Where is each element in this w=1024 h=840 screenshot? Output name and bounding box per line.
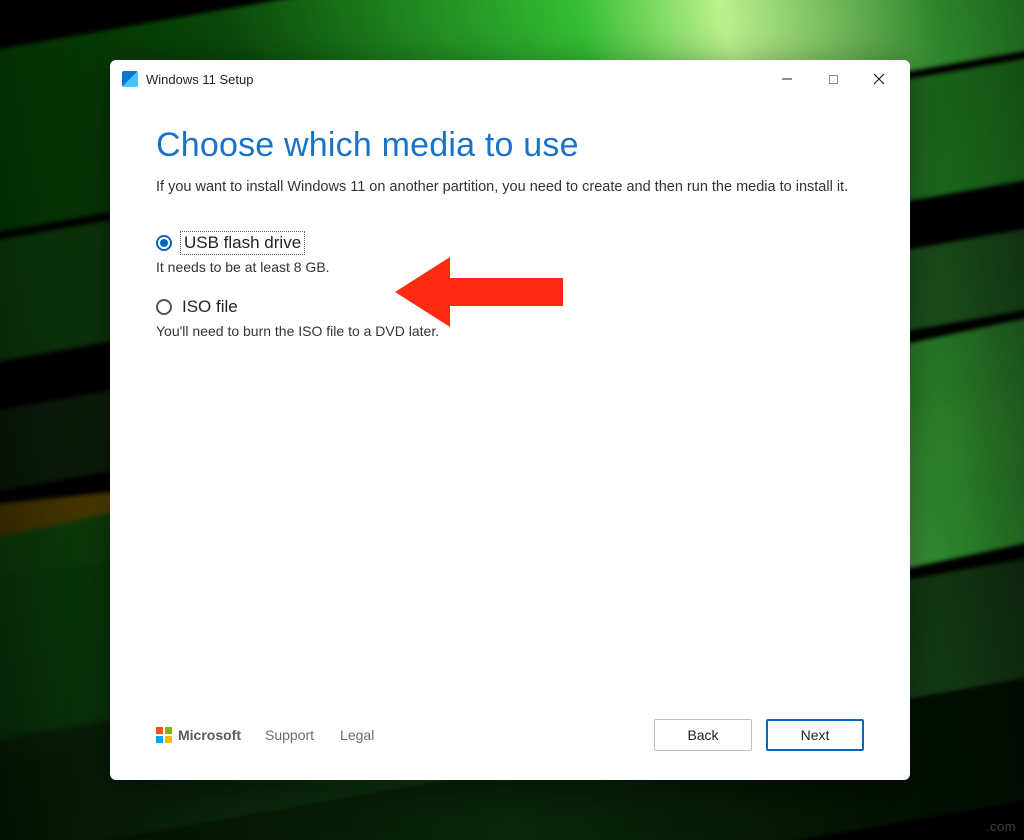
page-subtext: If you want to install Windows 11 on ano… <box>156 177 864 197</box>
setup-window: Windows 11 Setup Choose which media to u… <box>110 60 910 780</box>
page-heading: Choose which media to use <box>156 126 864 165</box>
option-usb[interactable]: USB flash drive It needs to be at least … <box>156 233 864 275</box>
maximize-button[interactable] <box>810 64 856 94</box>
next-button[interactable]: Next <box>766 719 864 751</box>
window-controls <box>764 64 902 94</box>
option-usb-label: USB flash drive <box>182 233 303 253</box>
option-iso-label: ISO file <box>182 297 238 317</box>
minimize-button[interactable] <box>764 64 810 94</box>
content-area: Choose which media to use If you want to… <box>110 98 910 700</box>
option-iso-desc: You'll need to burn the ISO file to a DV… <box>156 323 864 339</box>
minimize-icon <box>781 73 793 85</box>
support-link[interactable]: Support <box>265 727 314 743</box>
option-usb-desc: It needs to be at least 8 GB. <box>156 259 864 275</box>
microsoft-logo-icon <box>156 727 172 743</box>
radio-usb[interactable] <box>156 235 172 251</box>
close-icon <box>873 73 885 85</box>
window-title: Windows 11 Setup <box>146 72 253 87</box>
legal-link[interactable]: Legal <box>340 727 374 743</box>
microsoft-logo: Microsoft <box>156 727 241 743</box>
footer-buttons: Back Next <box>654 719 864 751</box>
back-button[interactable]: Back <box>654 719 752 751</box>
radio-iso[interactable] <box>156 299 172 315</box>
microsoft-logo-text: Microsoft <box>178 727 241 743</box>
footer: Microsoft Support Legal Back Next <box>110 700 910 780</box>
app-icon <box>122 71 138 87</box>
option-iso[interactable]: ISO file You'll need to burn the ISO fil… <box>156 297 864 339</box>
close-button[interactable] <box>856 64 902 94</box>
maximize-icon <box>828 74 839 85</box>
watermark-text: .com <box>986 819 1016 834</box>
titlebar[interactable]: Windows 11 Setup <box>110 60 910 98</box>
desktop-wallpaper: Windows 11 Setup Choose which media to u… <box>0 0 1024 840</box>
